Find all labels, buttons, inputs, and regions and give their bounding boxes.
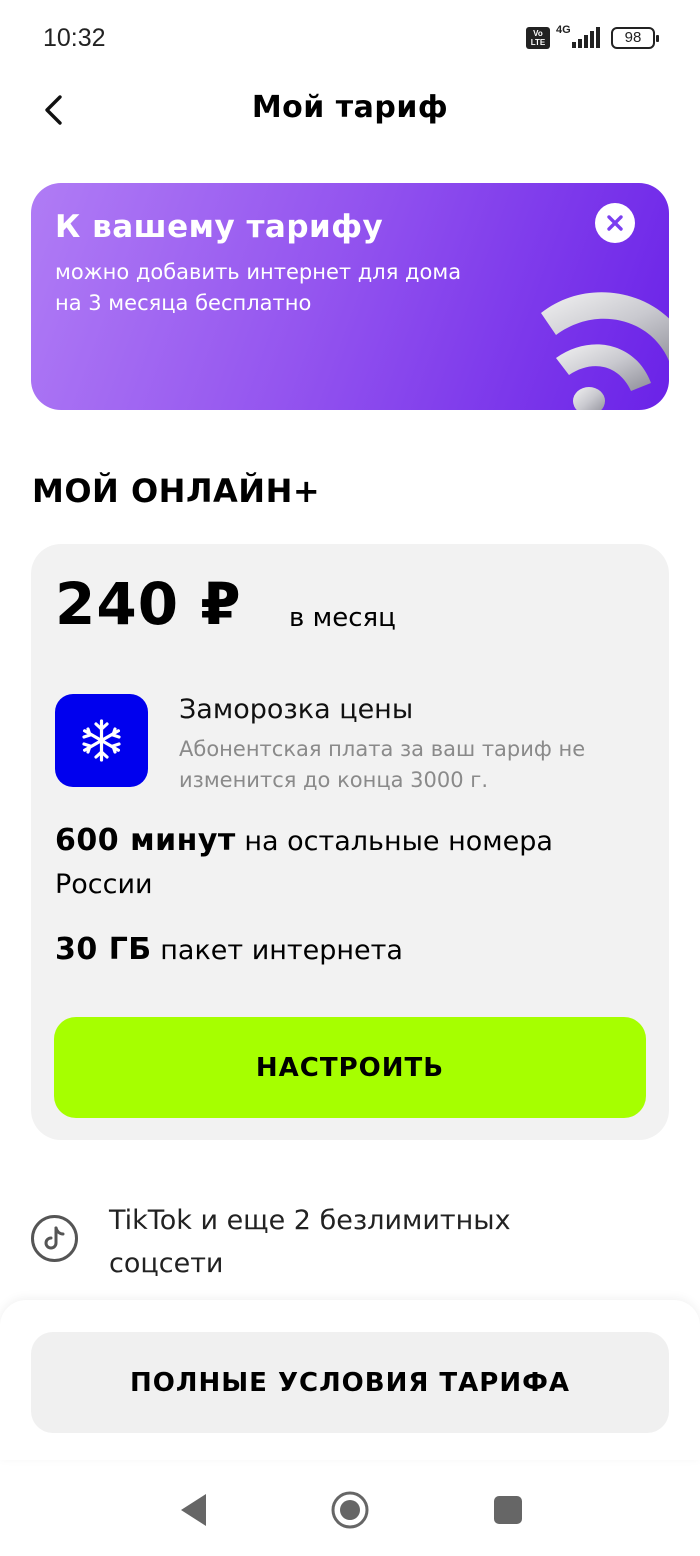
nav-back-icon[interactable] [178, 1492, 208, 1528]
full-terms-button[interactable]: ПОЛНЫЕ УСЛОВИЯ ТАРИФА [31, 1332, 669, 1433]
tariff-period: в месяц [289, 603, 396, 633]
tariff-price: 240 ₽ [55, 570, 242, 638]
feature-internet-value: 30 ГБ [55, 932, 152, 967]
banner-text: можно добавить интернет для дома на 3 ме… [55, 260, 462, 315]
configure-button[interactable]: НАСТРОИТЬ [54, 1017, 646, 1118]
social-unlimited-text: TikTok и еще 2 безлимитных соцсети [109, 1205, 511, 1279]
close-icon [607, 215, 623, 231]
volte-icon: Vo LTE [526, 27, 550, 49]
tiktok-icon [31, 1215, 78, 1262]
tariff-name: МОЙ ОНЛАЙН+ [32, 472, 321, 510]
feature-minutes-value: 600 минут [55, 823, 236, 858]
price-freeze-description: Абонентская плата за ваш тариф не измени… [179, 737, 586, 792]
promo-banner[interactable]: К вашему тарифу можно добавить интернет … [31, 183, 669, 410]
battery-icon: 98 [611, 27, 659, 49]
feature-minutes: 600 минут на остальные номера России [55, 819, 655, 906]
nav-recents-icon[interactable] [494, 1496, 522, 1524]
signal-icon [572, 27, 600, 48]
tariff-card: 240 ₽ в месяц Заморозка цены Абонентская… [31, 544, 669, 1140]
nav-home-icon[interactable] [330, 1490, 370, 1530]
status-bar: 10:32 Vo LTE 4G 98 [0, 0, 700, 76]
wifi-icon [541, 292, 669, 410]
feature-internet: 30 ГБ пакет интернета [55, 928, 655, 972]
banner-title: К вашему тарифу [55, 209, 384, 245]
price-freeze-title: Заморозка цены [179, 694, 414, 725]
page-title: Мой тариф [251, 90, 449, 125]
close-button[interactable] [595, 203, 635, 243]
snowflake-icon [55, 694, 148, 787]
status-time: 10:32 [43, 24, 106, 52]
feature-internet-text: пакет интернета [160, 935, 403, 966]
